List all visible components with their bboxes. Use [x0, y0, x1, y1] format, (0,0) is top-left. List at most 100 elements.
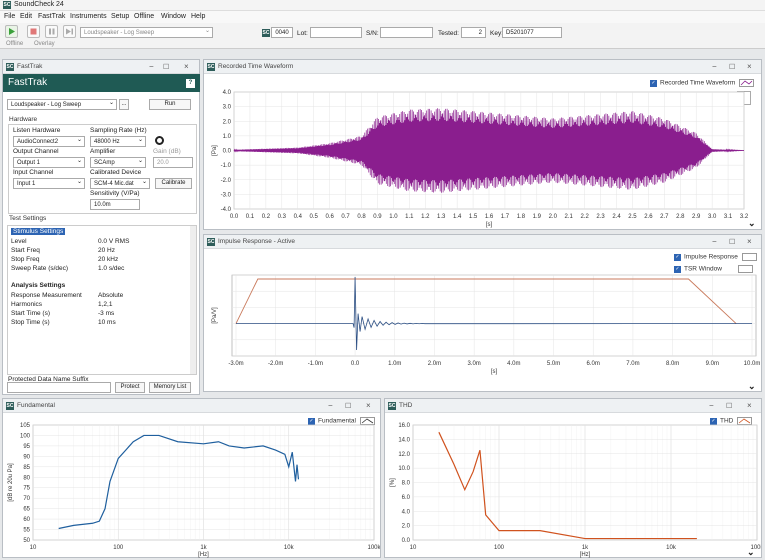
- listen-hw-label: Listen Hardware: [13, 127, 61, 134]
- minimize-icon[interactable]: −: [328, 401, 333, 410]
- maximize-icon[interactable]: ☐: [345, 402, 351, 410]
- x-tick-label: 10k: [284, 545, 295, 551]
- x-tick-label: 1k: [200, 545, 207, 551]
- tested-field[interactable]: 2: [461, 27, 486, 38]
- lot-field[interactable]: [310, 27, 362, 38]
- fasttrak-sequence-select[interactable]: Loudspeaker - Log Sweep: [7, 99, 117, 110]
- amplifier-select[interactable]: SCAmp: [90, 157, 146, 168]
- protected-field[interactable]: [7, 382, 111, 393]
- run-sequence-button[interactable]: Run: [149, 99, 191, 110]
- app-icon: SC: [3, 1, 11, 9]
- close-icon[interactable]: ×: [366, 401, 371, 410]
- test-settings-scrollbar[interactable]: [190, 226, 196, 374]
- key-field[interactable]: D5201077: [502, 27, 562, 38]
- setting-response-value[interactable]: Absolute: [98, 292, 123, 299]
- y-tick-label: 2.0: [402, 524, 411, 530]
- record-icon[interactable]: [155, 136, 164, 145]
- setting-stop-time-value[interactable]: 10 ms: [98, 319, 116, 326]
- thd-chart: 101001k10k100k16.014.012.010.08.06.04.02…: [390, 423, 761, 558]
- sn-field[interactable]: [380, 27, 433, 38]
- x-tick-label: 1.3: [437, 214, 446, 220]
- expand-icon[interactable]: ⌄: [747, 547, 755, 558]
- x-tick-label: 3.1: [724, 214, 733, 220]
- y-tick-label: 12.0: [398, 452, 410, 458]
- menu-offline[interactable]: Offline: [134, 13, 154, 20]
- stimulus-settings-header[interactable]: Stimulus Settings: [11, 228, 66, 235]
- listen-hw-select[interactable]: AudioConnect2: [13, 136, 85, 147]
- menu-instruments[interactable]: Instruments: [70, 13, 107, 20]
- x-tick-label: 10.0m: [744, 361, 761, 367]
- protect-button[interactable]: Protect: [115, 382, 145, 393]
- thd-titlebar: SC THD − ☐ ×: [385, 399, 761, 413]
- expand-icon[interactable]: ⌄: [748, 381, 756, 392]
- y-tick-label: 90: [23, 454, 30, 460]
- x-tick-label: 2.0m: [428, 361, 441, 367]
- help-icon[interactable]: ?: [186, 79, 195, 88]
- close-icon[interactable]: ×: [184, 62, 189, 71]
- setting-start-time-value[interactable]: -3 ms: [98, 310, 114, 317]
- app-title: SoundCheck 24: [14, 1, 64, 8]
- y-tick-label: 0.0: [402, 538, 411, 544]
- y-tick-label: 50: [23, 538, 30, 544]
- maximize-icon[interactable]: ☐: [729, 238, 735, 246]
- setting-sweep-rate-label: Sweep Rate (s/dec): [11, 265, 69, 272]
- sensitivity-field[interactable]: 10.0m: [90, 199, 140, 210]
- x-tick-label: 100: [113, 545, 124, 551]
- minimize-icon[interactable]: −: [712, 237, 717, 246]
- minimize-icon[interactable]: −: [149, 62, 154, 71]
- panel-icon: SC: [6, 402, 14, 410]
- setting-start-freq-label: Start Freq: [11, 247, 40, 254]
- setting-level-value[interactable]: 0.0 V RMS: [98, 238, 129, 245]
- y-tick-label: 70: [23, 496, 30, 502]
- menu-fasttrak[interactable]: FastTrak: [38, 13, 65, 20]
- close-icon[interactable]: ×: [747, 237, 752, 246]
- maximize-icon[interactable]: ☐: [726, 402, 732, 410]
- setting-sweep-rate-value[interactable]: 1.0 s/dec: [98, 265, 124, 272]
- maximize-icon[interactable]: ☐: [729, 63, 735, 71]
- menu-setup[interactable]: Setup: [111, 13, 129, 20]
- fasttrak-panel: SC FastTrak − ☐ × FastTrak ? Loudspeaker…: [2, 59, 200, 395]
- x-tick-label: 2.9: [692, 214, 701, 220]
- menu-edit[interactable]: Edit: [20, 13, 32, 20]
- y-axis-label: [Pa/V]: [212, 307, 218, 324]
- close-icon[interactable]: ×: [747, 401, 752, 410]
- cal-dev-select[interactable]: SCM-4 Mic.dat: [90, 178, 150, 189]
- x-tick-label: 2.5: [628, 214, 637, 220]
- close-icon[interactable]: ×: [747, 62, 752, 71]
- y-axis-label: [%]: [390, 478, 396, 487]
- x-tick-label: 0.6: [325, 214, 334, 220]
- maximize-icon[interactable]: ☐: [163, 63, 169, 71]
- setting-stop-freq-label: Stop Freq: [11, 256, 40, 263]
- sequence-select[interactable]: Loudspeaker - Log Sweep: [80, 27, 213, 38]
- setting-harmonics-value[interactable]: 1,2,1: [98, 301, 112, 308]
- x-tick-label: 100k: [367, 545, 380, 551]
- run-button[interactable]: [5, 25, 18, 38]
- menu-window[interactable]: Window: [161, 13, 186, 20]
- menu-file[interactable]: File: [4, 13, 15, 20]
- minimize-icon[interactable]: −: [709, 401, 714, 410]
- waveform-title: Recorded Time Waveform: [218, 63, 294, 70]
- memory-list-button[interactable]: Memory List: [149, 382, 191, 393]
- y-tick-label: 14.0: [398, 437, 410, 443]
- fundamental-panel: SC Fundamental − ☐ × ✓ Fundamental 10 100 1…: [2, 398, 381, 558]
- sampling-select[interactable]: 48000 Hz: [90, 136, 146, 147]
- y-tick-label: 10.0: [398, 466, 410, 472]
- menu-help[interactable]: Help: [191, 13, 205, 20]
- expand-icon[interactable]: ⌄: [748, 218, 756, 229]
- panel-icon: SC: [388, 402, 396, 410]
- x-tick-label: 10: [30, 545, 37, 551]
- setting-stop-freq-value[interactable]: 20 kHz: [98, 256, 118, 263]
- more-button[interactable]: ...: [119, 99, 129, 110]
- y-tick-label: 75: [23, 486, 30, 492]
- output-ch-select[interactable]: Output 1: [13, 157, 85, 168]
- minimize-icon[interactable]: −: [712, 62, 717, 71]
- pause-button[interactable]: [45, 25, 58, 38]
- x-tick-label: 2.8: [676, 214, 685, 220]
- setting-start-freq-value[interactable]: 20 Hz: [98, 247, 115, 254]
- step-button[interactable]: [63, 25, 76, 38]
- gain-field[interactable]: 20.0: [153, 157, 193, 168]
- stop-button[interactable]: [27, 25, 40, 38]
- input-ch-select[interactable]: Input 1: [13, 178, 85, 189]
- counter-field[interactable]: 0040: [271, 27, 293, 38]
- calibrate-button[interactable]: Calibrate: [155, 178, 192, 189]
